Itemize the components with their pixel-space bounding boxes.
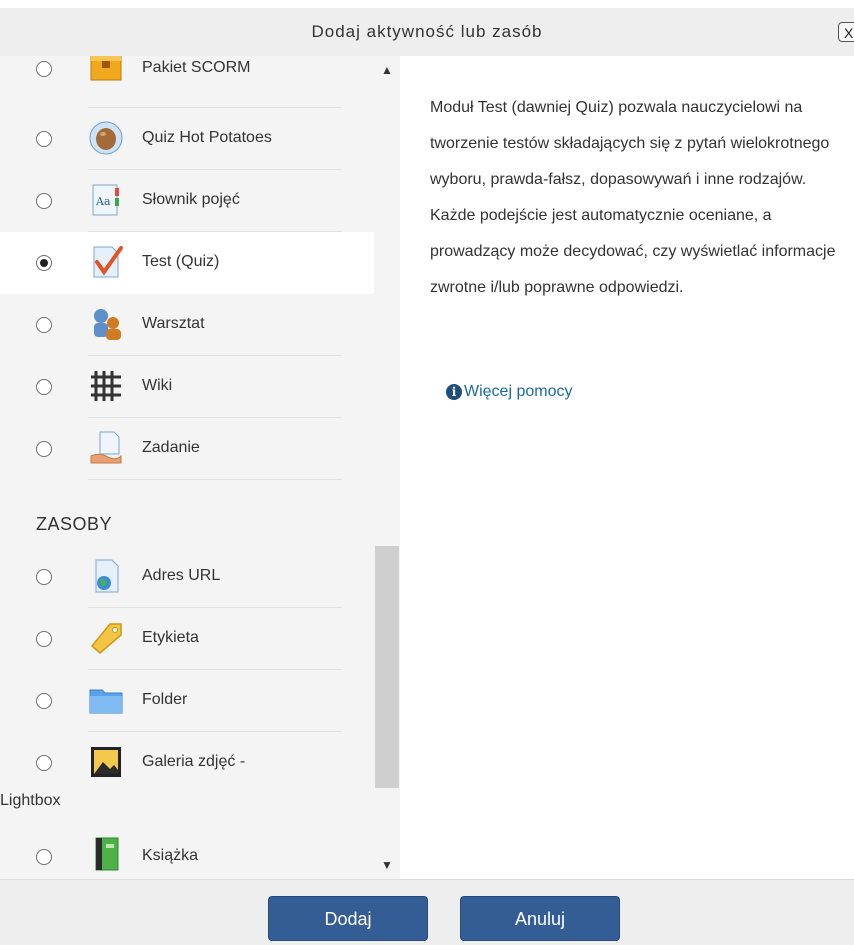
scroll-thumb[interactable]	[375, 546, 399, 788]
radio-button-checked[interactable]	[36, 255, 52, 271]
wiki-icon	[91, 371, 121, 401]
option-label-resource[interactable]: Etykieta	[0, 608, 374, 670]
radio-button[interactable]	[36, 379, 52, 395]
info-icon: i	[446, 384, 462, 400]
radio-button[interactable]	[36, 569, 52, 585]
option-label: Galeria zdjęć -	[142, 753, 246, 770]
more-help-link[interactable]: i Więcej pomocy	[446, 383, 572, 401]
close-button[interactable]: X	[838, 22, 854, 42]
radio-button[interactable]	[36, 631, 52, 647]
module-list: Pakiet SCORM Quiz Hot Potatoes Aa Słowni…	[0, 56, 374, 879]
option-book[interactable]: Książka	[0, 826, 374, 879]
quiz-icon	[93, 246, 123, 278]
option-label: Test (Quiz)	[142, 253, 220, 270]
add-activity-dialog: Dodaj aktywność lub zasób X Pakiet SCORM…	[0, 0, 854, 945]
scorm-package-icon	[90, 56, 122, 81]
add-button[interactable]: Dodaj	[268, 896, 428, 941]
option-label: Słownik pojęć	[142, 191, 240, 208]
radio-button[interactable]	[36, 131, 52, 147]
option-gallery[interactable]: Galeria zdjęć - Lightbox	[0, 732, 374, 812]
radio-button[interactable]	[36, 849, 52, 865]
option-wiki[interactable]: Wiki	[0, 356, 374, 418]
radio-button[interactable]	[36, 61, 52, 77]
option-label-wrap: Lightbox	[0, 792, 61, 809]
module-description: Moduł Test (dawniej Quiz) pozwala nauczy…	[430, 99, 836, 296]
dialog-title: Dodaj aktywność lub zasób	[311, 22, 543, 41]
option-workshop[interactable]: Warsztat	[0, 294, 374, 356]
scroll-down-arrow-icon[interactable]: ▼	[374, 853, 400, 877]
option-glossary[interactable]: Aa Słownik pojęć	[0, 170, 374, 232]
radio-button[interactable]	[36, 193, 52, 209]
dialog-header: Dodaj aktywność lub zasób X	[0, 8, 854, 57]
svg-text:Aa: Aa	[95, 195, 111, 208]
assignment-icon	[90, 431, 122, 464]
option-label: Quiz Hot Potatoes	[142, 129, 272, 146]
option-label: Książka	[142, 847, 199, 864]
dialog-footer: Dodaj Anuluj	[0, 879, 854, 945]
workshop-icon	[94, 309, 121, 340]
label-icon	[90, 623, 122, 654]
gallery-icon	[91, 747, 121, 777]
option-folder[interactable]: Folder	[0, 670, 374, 732]
option-label: Pakiet SCORM	[142, 59, 251, 76]
book-icon	[95, 837, 119, 871]
option-label: Warsztat	[142, 315, 205, 332]
option-url[interactable]: Adres URL	[0, 546, 374, 608]
option-label: Zadanie	[142, 439, 200, 456]
option-label: Wiki	[142, 377, 173, 394]
option-label: Etykieta	[142, 629, 199, 646]
cancel-button[interactable]: Anuluj	[460, 896, 620, 941]
url-icon	[95, 559, 119, 593]
description-pane: Moduł Test (dawniej Quiz) pozwala nauczy…	[400, 56, 854, 879]
scrollbar[interactable]: ▲ ▼	[374, 56, 400, 879]
more-help-label: Więcej pomocy	[464, 383, 573, 400]
option-scorm-package[interactable]: Pakiet SCORM	[0, 56, 374, 108]
scroll-up-arrow-icon[interactable]: ▲	[374, 58, 400, 82]
folder-icon	[89, 689, 123, 714]
resources-heading: ZASOBY	[36, 514, 113, 534]
option-quiz[interactable]: Test (Quiz)	[0, 232, 374, 294]
radio-button[interactable]	[36, 693, 52, 709]
radio-button[interactable]	[36, 441, 52, 457]
option-label: Folder	[142, 691, 188, 708]
option-assignment[interactable]: Zadanie	[0, 418, 374, 480]
radio-button[interactable]	[36, 317, 52, 333]
option-label: Adres URL	[142, 567, 221, 584]
radio-button[interactable]	[36, 755, 52, 771]
glossary-icon: Aa	[92, 184, 119, 216]
option-hot-potatoes[interactable]: Quiz Hot Potatoes	[0, 108, 374, 170]
hot-potatoes-icon	[89, 121, 123, 155]
